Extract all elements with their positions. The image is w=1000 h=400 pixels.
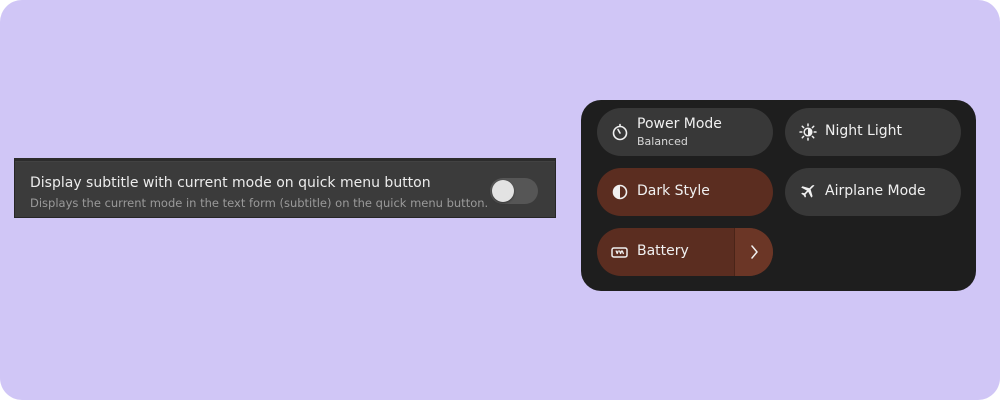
battery-tile[interactable]: Battery [597, 228, 773, 276]
battery-label: Battery [637, 243, 689, 259]
power-mode-icon [611, 123, 629, 141]
dark-style-label: Dark Style [637, 183, 710, 199]
night-light-icon [799, 123, 817, 141]
chevron-right-icon [751, 245, 758, 259]
quick-settings-panel: Power Mode Balanced Night Light Dark Sty… [581, 100, 976, 291]
power-mode-tile[interactable]: Power Mode Balanced [597, 108, 773, 156]
airplane-icon [799, 183, 817, 201]
switch-knob [492, 180, 514, 202]
night-light-label: Night Light [825, 123, 902, 139]
power-mode-label: Power Mode [637, 116, 722, 132]
battery-icon [611, 243, 629, 261]
preference-subtitle: Displays the current mode in the text fo… [30, 196, 489, 210]
subtitle-toggle-switch[interactable] [490, 178, 538, 204]
preference-row: Display subtitle with current mode on qu… [14, 158, 556, 218]
power-mode-subtitle: Balanced [637, 135, 688, 148]
preference-title: Display subtitle with current mode on qu… [30, 175, 431, 191]
desktop-background: Display subtitle with current mode on qu… [0, 0, 1000, 400]
dark-style-icon [611, 183, 629, 201]
airplane-mode-label: Airplane Mode [825, 183, 926, 199]
dark-style-tile[interactable]: Dark Style [597, 168, 773, 216]
airplane-mode-tile[interactable]: Airplane Mode [785, 168, 961, 216]
night-light-tile[interactable]: Night Light [785, 108, 961, 156]
battery-menu-arrow-button[interactable] [734, 228, 773, 276]
